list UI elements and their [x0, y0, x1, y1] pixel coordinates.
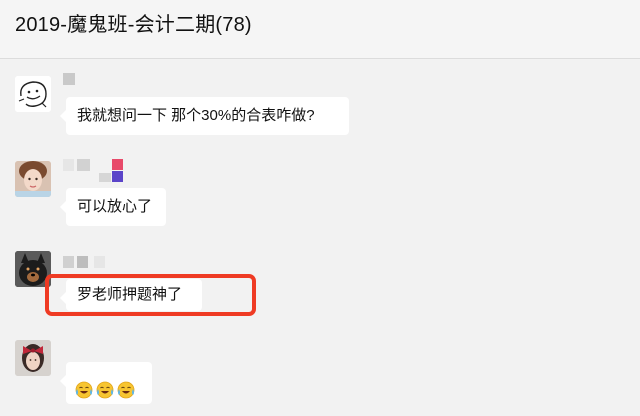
sender-name-pixels [99, 173, 111, 182]
sender-name-pixels [112, 159, 123, 170]
laughing-crying-emoji-icon [117, 374, 135, 399]
message-text: 可以放心了 [77, 198, 153, 215]
message-text: 我就想问一下 那个30%的合表咋做? [77, 107, 315, 124]
chat-header: 2019-魔鬼班-会计二期(78) [0, 0, 640, 59]
message-bubble[interactable]: 可以放心了 [60, 188, 166, 226]
sender-name-pixels [112, 171, 123, 182]
chat-title: 2019-魔鬼班-会计二期(78) [15, 14, 252, 36]
sender-name-blurred [63, 73, 75, 87]
highlight-box [45, 274, 256, 316]
laughing-crying-emoji-icon [96, 374, 114, 399]
sender-name-blurred [63, 159, 90, 173]
portrait-photo-icon [15, 161, 51, 197]
avatar[interactable] [15, 76, 51, 112]
avatar[interactable] [15, 340, 51, 376]
avatar[interactable] [15, 161, 51, 197]
message-bubble[interactable] [60, 362, 152, 404]
girl-bow-photo-icon [15, 340, 51, 376]
doodle-face-icon [15, 76, 51, 112]
sender-name-blurred [63, 256, 105, 270]
message-bubble[interactable]: 我就想问一下 那个30%的合表咋做? [60, 97, 349, 135]
laughing-crying-emoji-icon [75, 374, 93, 399]
